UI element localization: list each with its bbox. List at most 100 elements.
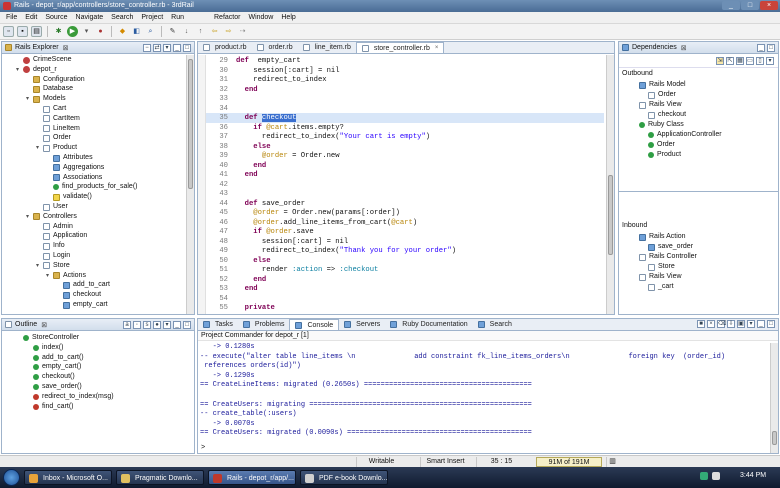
status-memory[interactable]: 91M of 191M [536, 457, 602, 467]
code-line[interactable]: 30 session[:cart] = nil [206, 66, 604, 76]
hide-fields-icon[interactable]: ◦ [133, 320, 141, 329]
tree-item[interactable]: Aggregations [46, 163, 104, 173]
expand-toggle-icon[interactable]: ▾ [46, 271, 52, 281]
start-button[interactable] [3, 469, 20, 486]
tree-item[interactable]: ▾ Controllers [26, 212, 77, 222]
remove-launch-icon[interactable]: × [707, 320, 715, 328]
menu-project[interactable]: Project [137, 14, 167, 21]
save-icon[interactable]: ▪ [17, 26, 28, 37]
tree-item[interactable]: Info [36, 241, 65, 251]
menu-refactor[interactable]: Refactor [210, 14, 244, 21]
print-icon[interactable]: ▤ [31, 26, 42, 37]
close-tab-icon[interactable]: × [435, 43, 439, 54]
display-console-icon[interactable]: ▾ [747, 320, 755, 328]
sort-icon[interactable]: a [123, 320, 131, 329]
tab-editor-file[interactable]: order.rb [252, 42, 298, 53]
code-line[interactable]: 47 if @order.save [206, 227, 604, 237]
tree-item[interactable]: checkout [56, 290, 101, 300]
taskbar-button[interactable]: Inbox - Microsoft O... [24, 470, 112, 485]
code-line[interactable]: 53 end [206, 284, 604, 294]
last-edit-icon[interactable]: ⇢ [237, 26, 248, 37]
code-line[interactable]: 38 else [206, 142, 604, 152]
menu-file[interactable]: File [2, 14, 21, 21]
tab-ruby-documentation[interactable]: Ruby Documentation [385, 319, 472, 330]
code-line[interactable]: 39 @order = Order.new [206, 151, 604, 161]
close-icon[interactable]: ⊠ [41, 321, 47, 329]
tree-item[interactable]: index() [26, 343, 63, 353]
maximize-button[interactable]: □ [741, 1, 759, 10]
code-line[interactable]: 37 redirect_to_index("Your cart is empty… [206, 132, 604, 142]
code-line[interactable]: 33 [206, 94, 604, 104]
tree-item[interactable]: CartItem [36, 114, 80, 124]
view-menu-icon[interactable]: ▾ [163, 320, 171, 329]
menu-window[interactable]: Window [244, 14, 277, 21]
prev-annotation-icon[interactable]: ↑ [195, 26, 206, 37]
tree-item[interactable]: save_order [641, 242, 693, 252]
code-line[interactable]: 44 def save_order [206, 199, 604, 209]
code-line[interactable]: 34 [206, 104, 604, 114]
tree-item[interactable]: ▾ Actions [46, 271, 86, 281]
explorer-scrollbar[interactable] [186, 55, 194, 314]
code-line[interactable]: 43 [206, 189, 604, 199]
tree-item[interactable]: empty_cart() [26, 362, 81, 372]
tree-item[interactable]: Order [641, 140, 675, 150]
tree-item[interactable]: empty_cart [56, 300, 108, 310]
expand-toggle-icon[interactable]: ▾ [26, 94, 32, 104]
expand-toggle-icon[interactable]: ▾ [26, 212, 32, 222]
tree-item[interactable]: add_to_cart [56, 280, 110, 290]
menu-search[interactable]: Search [107, 14, 137, 21]
show-outbound-icon[interactable]: ⇲ [716, 56, 724, 65]
tree-item[interactable]: find_products_for_sale() [46, 182, 138, 192]
next-annotation-icon[interactable]: ↓ [181, 26, 192, 37]
clear-console-icon[interactable]: ⌫ [717, 320, 726, 328]
tree-item[interactable]: ▾ depot_r [16, 65, 57, 75]
taskbar-button[interactable]: Pragmatic Downlo... [116, 470, 204, 485]
search-icon[interactable]: ⌕ [145, 26, 156, 37]
tree-item[interactable]: User [36, 202, 68, 212]
console-output[interactable]: -> 0.1280s -- execute("alter table line_i… [198, 341, 778, 441]
code-line[interactable]: 51 render :action => :checkout [206, 265, 604, 275]
tree-item[interactable]: Rails View [632, 100, 682, 110]
tree-item[interactable]: ▾ Models [26, 94, 66, 104]
hide-static-icon[interactable]: s [143, 320, 151, 329]
new-icon[interactable]: ▫ [3, 26, 14, 37]
menu-navigate[interactable]: Navigate [72, 14, 108, 21]
code-line[interactable]: 54 [206, 294, 604, 304]
run-icon[interactable]: ▶ [67, 26, 78, 37]
minimize-view-icon[interactable]: _ [173, 320, 181, 329]
explorer-scroll-thumb[interactable] [188, 59, 193, 189]
maximize-view-icon[interactable]: □ [767, 320, 775, 328]
code-line[interactable]: 31 redirect_to_index [206, 75, 604, 85]
minimize-button[interactable]: _ [722, 1, 740, 10]
maximize-view-icon[interactable]: □ [183, 43, 191, 52]
tree-item[interactable]: Order [641, 90, 676, 100]
layout-horizontal-icon[interactable]: ▭ [746, 56, 754, 65]
code-line[interactable]: 50 else [206, 256, 604, 266]
tree-item[interactable]: Store [641, 262, 675, 272]
tab-editor-file[interactable]: product.rb [198, 42, 252, 53]
open-file-icon[interactable]: ◧ [131, 26, 142, 37]
tree-item[interactable]: Rails Action [632, 232, 686, 242]
editor-scrollbar[interactable] [606, 55, 614, 314]
annotation-icon[interactable]: ✎ [167, 26, 178, 37]
gc-icon[interactable]: ▥ [606, 457, 618, 467]
tree-item[interactable]: LineItem [36, 124, 80, 134]
console-scrollbar[interactable] [770, 343, 778, 453]
filter-icon[interactable]: ▦ [736, 56, 744, 65]
minimize-view-icon[interactable]: _ [757, 43, 765, 52]
code-line[interactable]: 52 end [206, 275, 604, 285]
tab-tasks[interactable]: Tasks [198, 319, 238, 330]
maximize-view-icon[interactable]: □ [767, 43, 775, 52]
code-line[interactable]: 35 def checkout [206, 113, 604, 123]
tab-console[interactable]: Console [289, 319, 340, 330]
show-inbound-icon[interactable]: ⇱ [726, 56, 734, 65]
code-line[interactable]: 45 @order = Order.new(params[:order]) [206, 208, 604, 218]
close-icon[interactable]: ⊠ [63, 44, 69, 52]
tree-item[interactable]: Application [36, 231, 87, 241]
expand-toggle-icon[interactable]: ▾ [36, 143, 42, 153]
menu-source[interactable]: Source [41, 14, 71, 21]
console-scroll-thumb[interactable] [772, 431, 777, 445]
expand-toggle-icon[interactable]: ▾ [16, 65, 22, 75]
tree-item[interactable]: _cart [641, 282, 674, 292]
tree-item[interactable]: Rails View [632, 272, 682, 282]
